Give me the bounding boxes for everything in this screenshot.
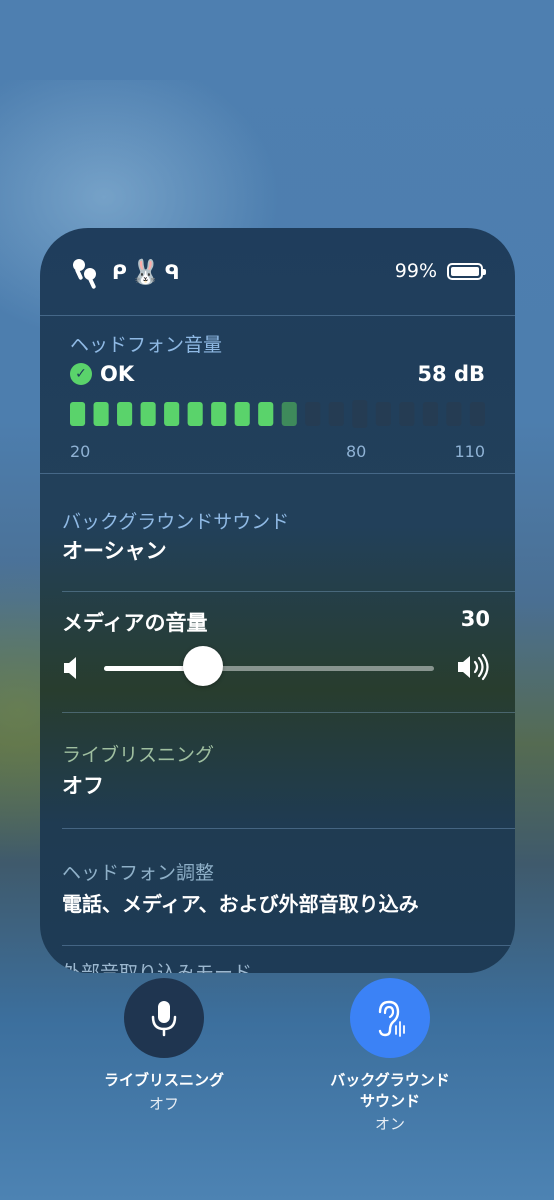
live-listen-value: オフ	[62, 774, 104, 798]
meter-segment	[399, 402, 415, 426]
divider	[62, 591, 515, 592]
tick-label: 110	[454, 442, 485, 461]
meter-segment	[305, 402, 321, 426]
live-listen-row[interactable]: ライブリスニング オフ	[40, 728, 515, 828]
meter-segment	[352, 400, 368, 428]
background-sound-button-status: オン	[374, 1115, 405, 1133]
slider-knob[interactable]	[183, 646, 223, 686]
label-line: サウンド	[359, 1092, 420, 1110]
right-earbud-icon: ᑫ	[164, 260, 180, 284]
live-listen-label: ライブリスニング	[62, 744, 215, 766]
battery-percent: 99%	[394, 260, 437, 282]
live-listen-button-status: オフ	[148, 1095, 179, 1113]
meter-segment	[70, 402, 86, 426]
device-emoji-row: ᑭ 🐰 ᑫ	[112, 258, 180, 286]
headphone-adjust-row[interactable]: ヘッドフォン調整 電話、メディア、および外部音取り込み	[40, 846, 515, 946]
media-volume-label: メディアの音量	[62, 611, 208, 635]
speaker-low-icon	[64, 657, 76, 679]
meter-segment	[281, 402, 297, 426]
media-volume-slider[interactable]	[104, 666, 434, 671]
divider	[62, 945, 515, 946]
battery-icon	[447, 263, 486, 280]
background-sound-label: バックグラウンドサウンド	[62, 511, 290, 533]
meter-segment	[164, 402, 180, 426]
headphone-volume-status: ✓ OK	[70, 362, 134, 386]
meter-segment	[211, 402, 227, 426]
transparency-mode-label[interactable]: 外部音取り込みモード	[62, 958, 252, 973]
hearing-control-panel: ᑭ 🐰 ᑫ 99% ヘッドフォン音量 ✓ OK 58 dB 20 80 110 …	[40, 228, 515, 973]
left-earbud-icon: ᑭ	[112, 260, 127, 284]
tick-label: 80	[346, 442, 367, 461]
panel-header: ᑭ 🐰 ᑫ 99%	[40, 228, 515, 316]
meter-segment	[328, 402, 344, 426]
divider	[62, 712, 515, 713]
meter-segment	[140, 402, 156, 426]
background-sound-button-label: バックグラウンド サウンド	[310, 1070, 470, 1112]
background-sound-row[interactable]: バックグラウンドサウンド オーシャン	[40, 493, 515, 593]
meter-segment	[234, 402, 250, 426]
airpods-pro-icon	[73, 259, 96, 289]
live-listen-button[interactable]	[124, 978, 204, 1058]
background-sound-button[interactable]	[350, 978, 430, 1058]
device-emoji: 🐰	[130, 258, 161, 286]
headphone-adjust-label: ヘッドフォン調整	[62, 862, 215, 884]
media-volume-value: 30	[460, 607, 490, 631]
volume-level-meter	[70, 400, 485, 428]
ear-sound-icon	[378, 1000, 405, 1037]
status-text: OK	[100, 362, 135, 386]
meter-segment	[375, 402, 391, 426]
meter-segment	[187, 402, 203, 426]
checkmark-icon: ✓	[70, 363, 92, 385]
meter-segment	[446, 402, 462, 426]
decibel-level: 58 dB	[417, 362, 485, 386]
meter-segment	[258, 402, 274, 426]
meter-segment	[117, 402, 133, 426]
meter-segment	[422, 402, 438, 426]
microphone-icon	[151, 1001, 177, 1037]
headphone-volume-section: ヘッドフォン音量 ✓ OK 58 dB 20 80 110	[40, 316, 515, 474]
divider	[62, 828, 515, 829]
headphone-volume-label: ヘッドフォン音量	[70, 334, 223, 356]
speaker-high-icon	[458, 653, 489, 681]
headphone-adjust-value: 電話、メディア、および外部音取り込み	[62, 892, 419, 916]
meter-segment	[93, 402, 109, 426]
live-listen-button-label: ライブリスニング	[103, 1071, 224, 1089]
background-sound-value: オーシャン	[62, 539, 167, 563]
meter-segment	[469, 402, 485, 426]
tick-label: 20	[70, 442, 91, 461]
label-line: バックグラウンド	[330, 1071, 450, 1089]
media-volume-section: メディアの音量 30	[40, 593, 515, 713]
